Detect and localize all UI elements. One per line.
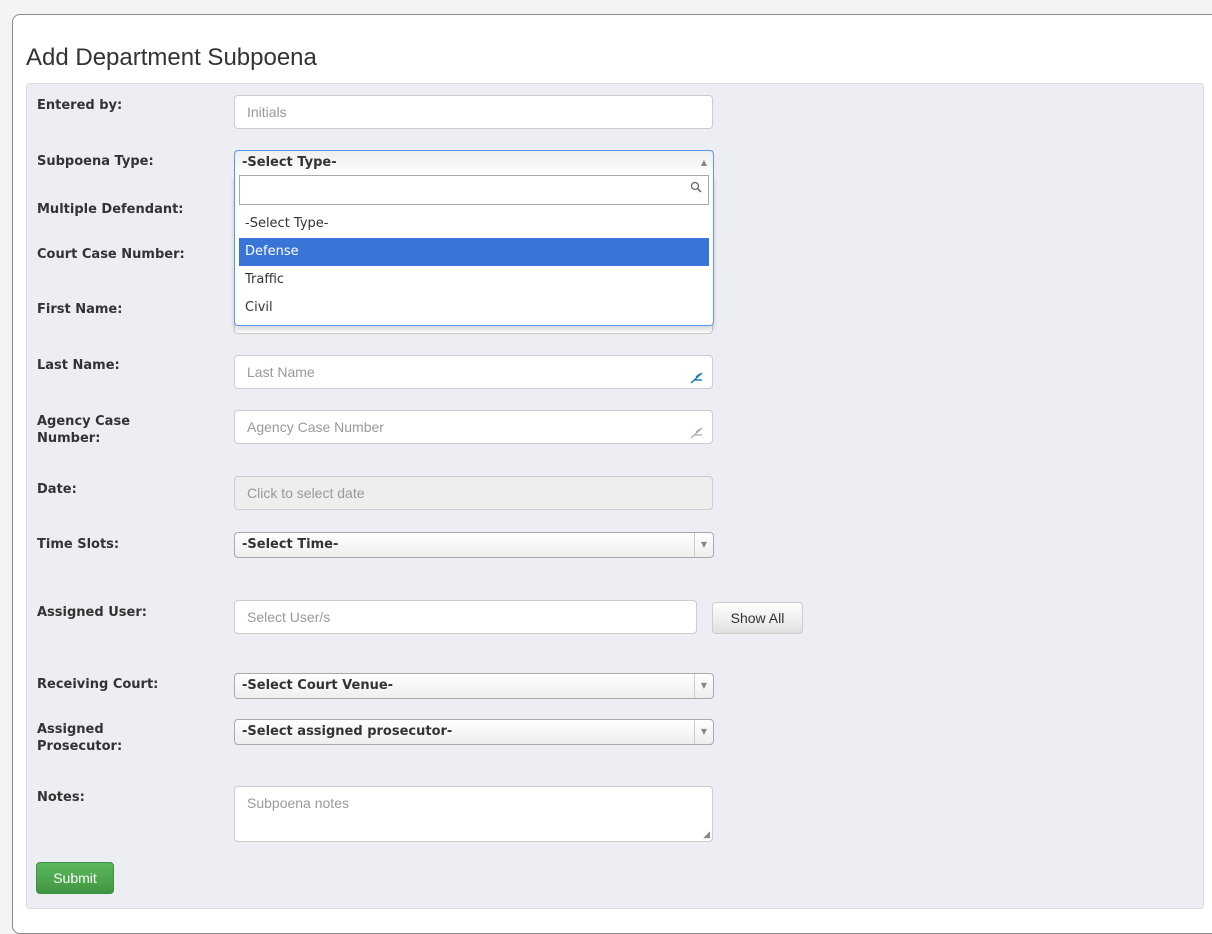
dropdown-option[interactable]: Civil — [239, 294, 709, 322]
assigned-prosecutor-label-line2: Prosecutor: — [37, 739, 123, 754]
show-all-button[interactable]: Show All — [712, 602, 803, 634]
date-placeholder: Click to select date — [247, 485, 365, 501]
notes-textarea[interactable]: Subpoena notes ◢ — [234, 786, 713, 842]
time-slots-select[interactable]: -Select Time- ▼ — [234, 532, 714, 558]
last-name-input[interactable]: Last Name — [234, 355, 713, 389]
dropdown-option-highlighted[interactable]: Defense — [239, 238, 709, 266]
subpoena-type-dropdown: -Select Type- Defense Traffic Civil — [234, 175, 714, 326]
agency-case-number-input[interactable]: Agency Case Number — [234, 410, 713, 444]
caret-down-icon: ▼ — [694, 720, 713, 744]
caret-up-icon: ▲ — [700, 158, 708, 167]
feather-icon[interactable] — [690, 364, 704, 396]
receiving-court-select[interactable]: -Select Court Venue- ▼ — [234, 673, 714, 699]
dropdown-option[interactable]: -Select Type- — [239, 210, 709, 238]
multiple-defendant-label: Multiple Defendant: — [37, 202, 184, 217]
assigned-prosecutor-label-line1: Assigned — [37, 722, 104, 737]
assigned-prosecutor-label: Assigned Prosecutor: — [37, 721, 122, 755]
assigned-user-label: Assigned User: — [37, 605, 147, 620]
time-slots-value: -Select Time- — [242, 537, 339, 552]
court-case-number-label: Court Case Number: — [37, 247, 185, 262]
assigned-prosecutor-select[interactable]: -Select assigned prosecutor- ▼ — [234, 719, 714, 745]
last-name-placeholder: Last Name — [247, 364, 315, 380]
date-label: Date: — [37, 482, 77, 497]
resize-grip-icon[interactable]: ◢ — [703, 829, 710, 840]
subpoena-type-select[interactable]: -Select Type- ▲ — [234, 150, 714, 176]
notes-label: Notes: — [37, 790, 85, 805]
caret-down-icon: ▼ — [694, 674, 713, 698]
entered-by-label: Entered by: — [37, 98, 123, 113]
feather-icon[interactable] — [690, 419, 704, 451]
agency-case-number-placeholder: Agency Case Number — [247, 419, 384, 435]
page-title: Add Department Subpoena — [26, 44, 317, 71]
dropdown-search-input[interactable] — [239, 175, 709, 205]
search-icon — [690, 181, 702, 196]
receiving-court-label: Receiving Court: — [37, 677, 159, 692]
dropdown-option[interactable]: Traffic — [239, 266, 709, 294]
entered-by-input[interactable]: Initials — [234, 95, 713, 129]
assigned-user-placeholder: Select User/s — [247, 609, 331, 625]
time-slots-label: Time Slots: — [37, 537, 120, 552]
subpoena-type-label: Subpoena Type: — [37, 154, 154, 169]
receiving-court-value: -Select Court Venue- — [242, 678, 394, 693]
last-name-label: Last Name: — [37, 358, 120, 373]
agency-case-number-label-line1: Agency Case — [37, 414, 131, 429]
assigned-user-input[interactable]: Select User/s — [234, 600, 697, 634]
entered-by-placeholder: Initials — [247, 104, 287, 120]
caret-down-icon: ▼ — [694, 533, 713, 557]
agency-case-number-label: Agency Case Number: — [37, 413, 130, 447]
submit-button[interactable]: Submit — [36, 862, 114, 894]
date-input[interactable]: Click to select date — [234, 476, 713, 510]
first-name-label: First Name: — [37, 302, 123, 317]
assigned-prosecutor-value: -Select assigned prosecutor- — [242, 724, 453, 739]
subpoena-type-value: -Select Type- — [242, 155, 337, 170]
notes-placeholder: Subpoena notes — [247, 795, 349, 811]
agency-case-number-label-line2: Number: — [37, 431, 101, 446]
